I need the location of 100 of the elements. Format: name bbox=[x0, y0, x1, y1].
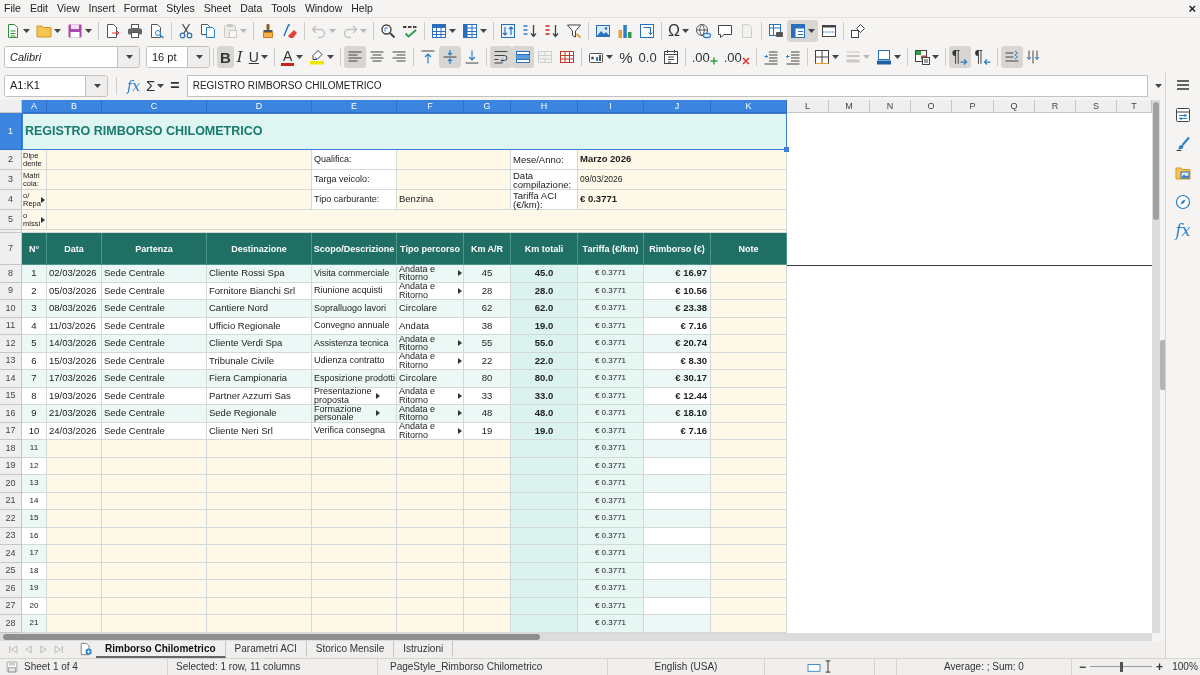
row-header[interactable]: 3 bbox=[0, 170, 22, 190]
column-header[interactable]: G bbox=[464, 100, 511, 113]
horizontal-scrollbar[interactable] bbox=[0, 632, 1152, 641]
row-header[interactable]: 14 bbox=[0, 370, 22, 388]
vertical-text-icon bbox=[1026, 49, 1042, 65]
menu-item[interactable]: Styles bbox=[166, 3, 195, 14]
sheet-tab[interactable]: Istruzioni bbox=[394, 640, 454, 658]
menu-item[interactable]: Format bbox=[123, 3, 158, 14]
column-header[interactable]: K bbox=[711, 100, 787, 113]
row-header[interactable]: 18 bbox=[0, 440, 22, 458]
slider-thumb[interactable] bbox=[1119, 661, 1123, 672]
row-header[interactable]: 10 bbox=[0, 300, 22, 318]
row-header[interactable]: 22 bbox=[0, 510, 22, 528]
wrap-text-button[interactable] bbox=[490, 46, 513, 68]
column-header[interactable]: B bbox=[47, 100, 102, 113]
column-header[interactable]: S bbox=[1076, 100, 1117, 113]
row-header[interactable]: 24 bbox=[0, 545, 22, 563]
percent-button[interactable]: % bbox=[616, 46, 636, 68]
row-header[interactable]: 20 bbox=[0, 475, 22, 493]
column-header[interactable]: L bbox=[787, 100, 829, 113]
delete-decimal-button[interactable]: .00 bbox=[720, 46, 753, 68]
function-wizard-button[interactable]: fx bbox=[125, 74, 143, 97]
special-character-button[interactable]: Ω bbox=[665, 19, 692, 42]
paragraph-rtl-button[interactable]: ¶ bbox=[971, 46, 994, 68]
pivot-table-icon bbox=[639, 22, 655, 39]
column-heading: Scopo/Descrizione bbox=[312, 233, 397, 265]
add-sheet-button[interactable] bbox=[78, 642, 94, 656]
scrollbar-thumb[interactable] bbox=[3, 633, 540, 640]
sheet-cell: 15 bbox=[22, 510, 47, 528]
column-header[interactable]: N bbox=[870, 100, 911, 113]
functions-button[interactable]: fx bbox=[1171, 220, 1195, 242]
row-header[interactable]: 1 bbox=[0, 113, 22, 150]
row-header[interactable]: 7 bbox=[0, 233, 22, 265]
sheet-cell: 21/03/2026 bbox=[47, 405, 102, 423]
column-header[interactable]: M bbox=[829, 100, 870, 113]
row-header[interactable]: 12 bbox=[0, 335, 22, 353]
caret-icon bbox=[327, 55, 335, 59]
align-middle-button[interactable] bbox=[439, 46, 462, 68]
sidebar-handle[interactable] bbox=[1160, 340, 1165, 390]
zoom-slider[interactable] bbox=[1090, 661, 1152, 672]
column-heading: Destinazione bbox=[207, 233, 312, 265]
freeze-button[interactable] bbox=[786, 19, 818, 42]
column-header[interactable]: E bbox=[312, 100, 397, 113]
number-button[interactable]: 0.0 bbox=[635, 46, 660, 68]
menu-item[interactable]: Sheet bbox=[203, 3, 232, 14]
align-left-button[interactable] bbox=[344, 46, 367, 68]
merge-center-button[interactable] bbox=[512, 46, 535, 68]
column-header[interactable]: D bbox=[207, 100, 312, 113]
zoom-in-button[interactable]: + bbox=[1156, 660, 1163, 673]
sheet-cell: 1 bbox=[22, 265, 47, 283]
column-header[interactable]: P bbox=[952, 100, 994, 113]
italic-button[interactable]: I bbox=[233, 46, 246, 68]
menu-item[interactable]: Window bbox=[304, 3, 343, 14]
sheet-cell: € 0.3771 bbox=[578, 615, 644, 633]
paragraph-ltr-button[interactable]: ¶ bbox=[948, 46, 972, 68]
sum-button[interactable]: Σ bbox=[144, 74, 167, 97]
scrollbar-thumb[interactable] bbox=[1153, 102, 1159, 220]
zoom-out-button[interactable]: − bbox=[1079, 660, 1086, 673]
row-header[interactable]: 26 bbox=[0, 580, 22, 598]
column-header[interactable]: F bbox=[397, 100, 464, 113]
column-header[interactable]: A bbox=[22, 100, 47, 113]
row-header[interactable]: 8 bbox=[0, 265, 22, 283]
text-ltr-button[interactable] bbox=[1001, 46, 1023, 68]
menu-item[interactable]: Edit bbox=[29, 3, 48, 14]
menu-item[interactable]: Tools bbox=[271, 3, 296, 14]
sheet-tab[interactable]: Storico Mensile bbox=[306, 640, 395, 658]
column-header[interactable]: I bbox=[578, 100, 644, 113]
column-header[interactable]: H bbox=[511, 100, 578, 113]
status-text: Selected: 1 row, 11 columns bbox=[176, 660, 301, 675]
row-header[interactable]: 2 bbox=[0, 150, 22, 170]
font-color-button[interactable]: A bbox=[277, 46, 307, 68]
row-header[interactable]: 28 bbox=[0, 615, 22, 633]
menu-item[interactable]: View bbox=[57, 3, 80, 14]
vertical-scrollbar[interactable] bbox=[1152, 100, 1160, 633]
column-header[interactable]: Q bbox=[994, 100, 1035, 113]
formula-input-field[interactable]: REGISTRO RIMBORSO CHILOMETRICO bbox=[186, 74, 1148, 97]
column-header[interactable]: O bbox=[911, 100, 952, 113]
row-header[interactable]: 5 bbox=[0, 210, 22, 230]
menu-item[interactable]: Insert bbox=[88, 3, 115, 14]
row-header[interactable]: 4 bbox=[0, 190, 22, 210]
column-header[interactable]: T bbox=[1117, 100, 1152, 113]
underline-button[interactable]: U bbox=[245, 46, 271, 68]
print-area-icon bbox=[767, 22, 784, 39]
menu-item[interactable]: File bbox=[4, 3, 21, 14]
menu-item[interactable]: Data bbox=[240, 3, 263, 14]
menu-item[interactable]: Help bbox=[351, 3, 373, 14]
sheet-tab[interactable]: Parametri ACI bbox=[225, 640, 307, 658]
formula-button[interactable]: = bbox=[168, 74, 182, 97]
zoom-reading: 100% bbox=[1172, 660, 1198, 675]
sheet-cell: Sede Centrale bbox=[102, 300, 207, 318]
bold-button[interactable]: B bbox=[217, 46, 234, 68]
row-header[interactable]: 16 bbox=[0, 405, 22, 423]
add-decimal-button[interactable]: .00 bbox=[688, 46, 721, 68]
column-header[interactable]: J bbox=[644, 100, 711, 113]
close-button[interactable]: × bbox=[1188, 2, 1196, 15]
column-header[interactable]: C bbox=[102, 100, 207, 113]
paintbrush-icon bbox=[260, 22, 276, 39]
column-header[interactable]: R bbox=[1035, 100, 1076, 113]
align-top-icon bbox=[420, 49, 437, 65]
calendar-icon bbox=[662, 49, 679, 65]
